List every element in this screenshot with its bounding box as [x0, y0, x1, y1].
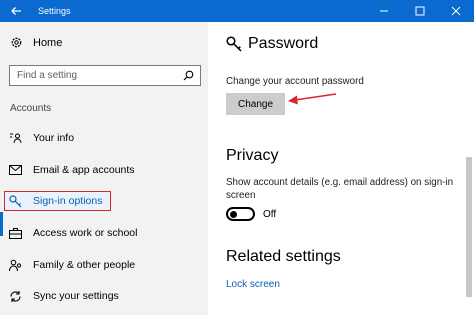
- search-icon[interactable]: [183, 70, 194, 81]
- active-indicator: [0, 212, 3, 236]
- sidebar-item-your-info[interactable]: Your info: [8, 128, 74, 148]
- home-label: Home: [33, 36, 63, 49]
- search-box[interactable]: [9, 65, 201, 86]
- back-arrow-icon: [11, 7, 21, 15]
- title-bar: Settings: [0, 0, 474, 22]
- close-button[interactable]: [438, 0, 474, 22]
- maximize-button[interactable]: [402, 0, 438, 22]
- minimize-icon: [380, 10, 388, 12]
- people-icon: [8, 258, 22, 272]
- password-heading: Password: [226, 35, 318, 53]
- sidebar: Home Accounts Your info Email & app acco…: [0, 22, 208, 315]
- privacy-description-line2: screen: [226, 190, 256, 201]
- annotation-arrow-icon: [288, 93, 337, 105]
- key-icon: [8, 194, 22, 208]
- sidebar-item-label: Sign-in options: [33, 195, 103, 207]
- search-input[interactable]: [17, 70, 167, 81]
- scrollbar-thumb[interactable]: [466, 157, 472, 297]
- privacy-description-line1: Show account details (e.g. email address…: [226, 177, 454, 188]
- toggle-state-label: Off: [263, 208, 277, 220]
- close-icon: [451, 6, 461, 16]
- back-button[interactable]: [0, 0, 32, 22]
- main-content: Password Change your account password Ch…: [208, 22, 464, 315]
- password-title: Password: [248, 35, 319, 52]
- maximize-icon: [415, 6, 425, 16]
- window-title: Settings: [38, 6, 71, 16]
- password-description: Change your account password: [226, 76, 364, 87]
- sidebar-item-label: Access work or school: [33, 227, 138, 239]
- person-card-icon: [8, 131, 22, 145]
- sidebar-item-family-other-people[interactable]: Family & other people: [8, 255, 135, 275]
- sidebar-item-email-app-accounts[interactable]: Email & app accounts: [8, 160, 135, 180]
- sidebar-item-label: Your info: [33, 132, 75, 144]
- sidebar-item-label: Family & other people: [33, 259, 136, 271]
- sidebar-item-label: Sync your settings: [33, 290, 119, 302]
- sidebar-item-sign-in-options[interactable]: Sign-in options: [4, 191, 112, 211]
- account-details-toggle-row: Off: [226, 207, 276, 221]
- related-settings-title: Related settings: [226, 248, 341, 265]
- privacy-title: Privacy: [226, 147, 279, 164]
- key-icon: [226, 36, 242, 52]
- section-label-accounts: Accounts: [10, 103, 52, 114]
- briefcase-icon: [8, 226, 22, 240]
- sidebar-item-access-work-or-school[interactable]: Access work or school: [8, 223, 137, 243]
- sidebar-item-home[interactable]: Home: [10, 36, 62, 49]
- sidebar-item-label: Email & app accounts: [33, 164, 135, 176]
- scrollbar[interactable]: [464, 22, 474, 315]
- sync-icon: [8, 289, 22, 303]
- sidebar-item-sync-your-settings[interactable]: Sync your settings: [8, 286, 119, 306]
- change-password-button[interactable]: Change: [226, 93, 285, 115]
- lock-screen-link[interactable]: Lock screen: [226, 279, 280, 290]
- gear-icon: [11, 37, 22, 48]
- mail-icon: [8, 163, 22, 177]
- toggle-knob: [230, 210, 237, 218]
- account-details-toggle[interactable]: [226, 207, 255, 221]
- minimize-button[interactable]: [366, 0, 402, 22]
